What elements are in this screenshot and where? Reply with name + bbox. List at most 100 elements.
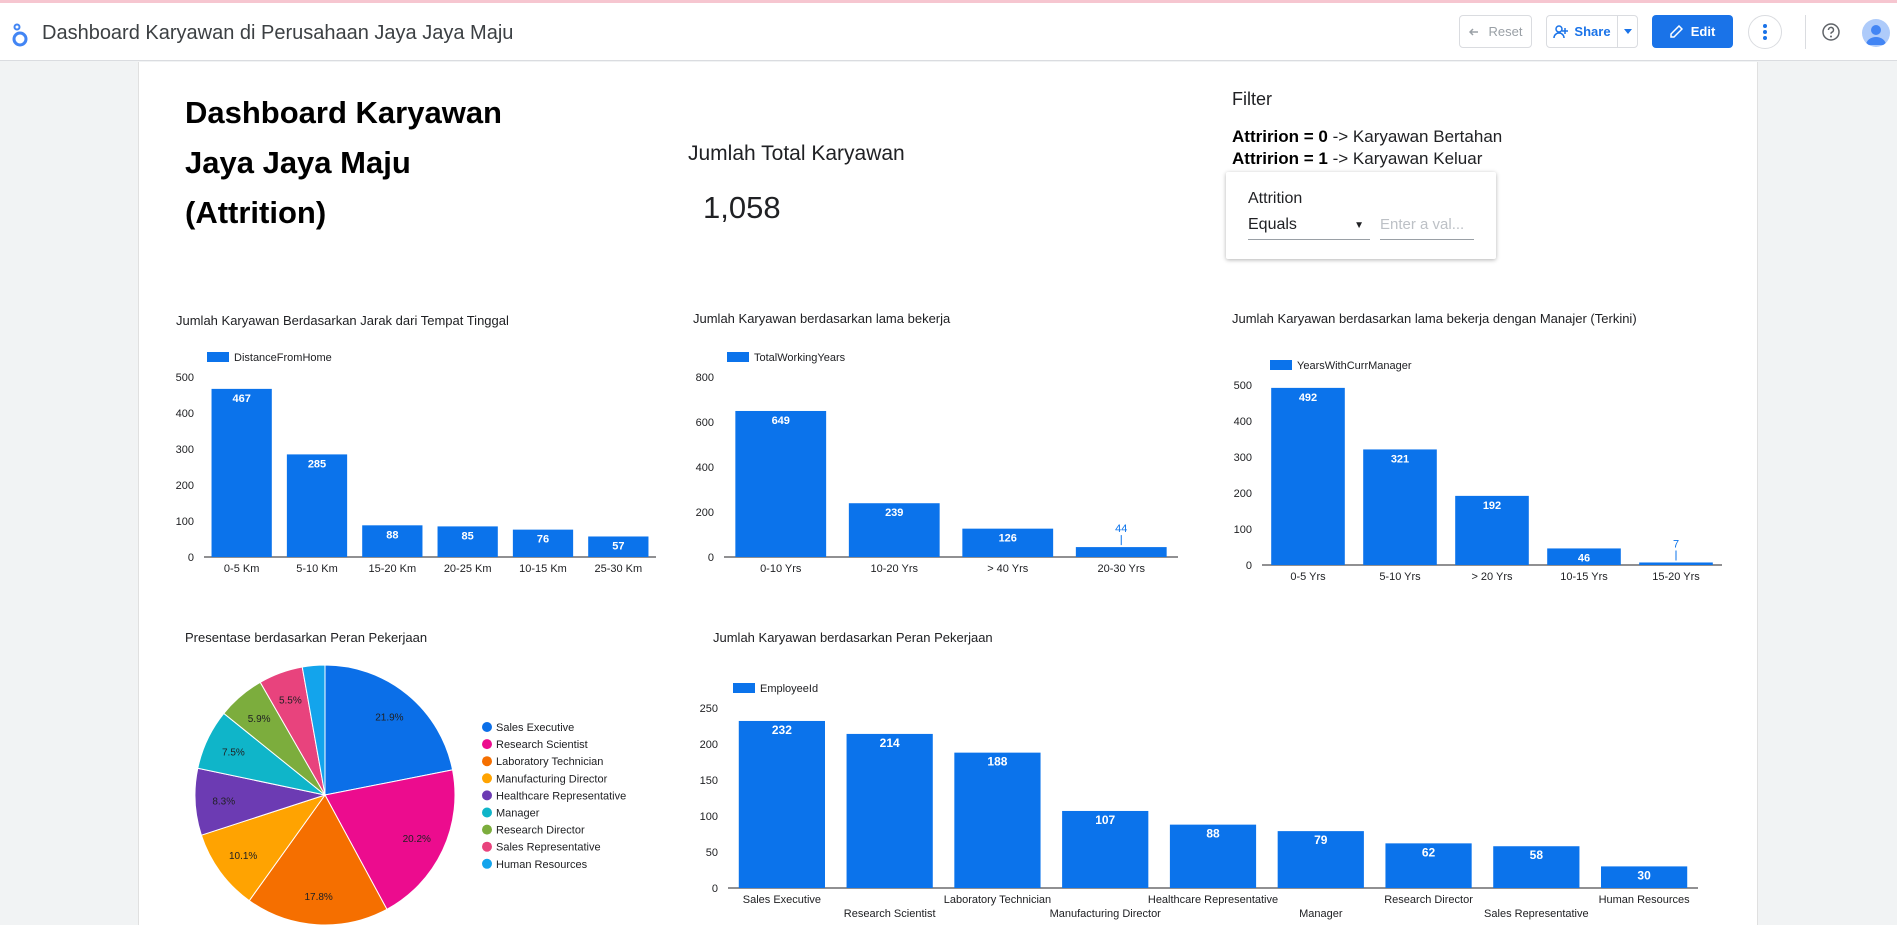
y-tick-label: 600 (696, 417, 714, 429)
data-label: 214 (880, 736, 900, 750)
legend-dot (482, 739, 492, 750)
pie-value-label: 10.1% (229, 851, 257, 862)
data-label: 321 (1391, 453, 1409, 465)
legend-dot (482, 773, 492, 784)
legend-label: EmployeeId (760, 683, 818, 695)
x-tick-label: 20-25 Km (444, 563, 492, 575)
legend-swatch (1270, 360, 1292, 370)
data-label: 46 (1578, 552, 1590, 564)
y-tick-label: 100 (176, 516, 194, 528)
y-tick-label: 500 (1234, 380, 1252, 392)
y-tick-label: 300 (176, 444, 194, 456)
x-tick-label: Manufacturing Director (1050, 908, 1162, 920)
y-tick-label: 500 (176, 372, 194, 384)
legend-label: Sales Representative (496, 842, 601, 854)
x-tick-label: Human Resources (1599, 894, 1691, 906)
data-label: 239 (885, 507, 903, 519)
y-tick-label: 400 (1234, 416, 1252, 428)
pie-value-label: 21.9% (375, 713, 403, 724)
y-tick-label: 400 (696, 462, 714, 474)
bar (846, 733, 933, 888)
data-label: 107 (1095, 813, 1115, 827)
data-label: 44 (1115, 523, 1127, 535)
x-tick-label: > 20 Yrs (1471, 571, 1513, 583)
x-tick-label: Laboratory Technician (944, 894, 1051, 906)
legend-label: Research Director (496, 825, 585, 837)
y-tick-label: 0 (1246, 560, 1252, 572)
legend-label: DistanceFromHome (234, 352, 332, 364)
x-tick-label: Healthcare Representative (1148, 894, 1278, 906)
data-label: 88 (386, 529, 398, 541)
bar (1363, 449, 1437, 565)
legend-label: Sales Executive (496, 722, 574, 734)
x-tick-label: Manager (1299, 908, 1343, 920)
legend-label: Laboratory Technician (496, 756, 603, 768)
legend-label: Manager (496, 808, 540, 820)
x-tick-label: 15-20 Km (368, 563, 416, 575)
data-label: 467 (232, 393, 250, 405)
y-tick-label: 0 (188, 552, 194, 564)
data-label: 285 (308, 458, 326, 470)
x-tick-label: > 40 Yrs (987, 563, 1029, 575)
y-tick-label: 400 (176, 408, 194, 420)
y-tick-label: 0 (712, 883, 718, 895)
y-tick-label: 800 (696, 372, 714, 384)
pie-value-label: 5.5% (279, 696, 302, 707)
pie-value-label: 7.5% (222, 748, 245, 759)
legend-dot (482, 790, 492, 801)
legend-dot (482, 841, 492, 852)
data-label: 62 (1422, 845, 1436, 859)
x-tick-label: 0-5 Km (224, 563, 259, 575)
bar (1271, 387, 1345, 565)
y-tick-label: 200 (176, 480, 194, 492)
pie-value-label: 8.3% (212, 796, 235, 807)
data-label: 30 (1637, 868, 1651, 882)
legend-dot (482, 807, 492, 818)
y-tick-label: 200 (1234, 488, 1252, 500)
data-label: 7 (1673, 538, 1679, 550)
y-tick-label: 100 (1234, 524, 1252, 536)
legend-dot (482, 756, 492, 767)
data-label: 232 (772, 723, 792, 737)
legend-label: Research Scientist (496, 739, 588, 751)
x-tick-label: 0-5 Yrs (1290, 571, 1326, 583)
legend-label: Healthcare Representative (496, 790, 626, 802)
bar (735, 410, 827, 557)
charts-layer: DistanceFromHome01002003004005004670-5 K… (176, 352, 1722, 925)
legend-label: TotalWorkingYears (754, 352, 846, 364)
bar (211, 388, 272, 557)
bar (738, 720, 825, 888)
data-label: 76 (537, 534, 549, 546)
x-tick-label: 20-30 Yrs (1098, 563, 1146, 575)
data-label: 79 (1314, 833, 1328, 847)
legend-swatch (207, 352, 229, 362)
x-tick-label: 15-20 Yrs (1652, 571, 1700, 583)
x-tick-label: 5-10 Yrs (1379, 571, 1421, 583)
bar (954, 752, 1041, 888)
data-label: 188 (987, 755, 1007, 769)
legend-swatch (727, 352, 749, 362)
legend-dot (482, 858, 492, 869)
y-tick-label: 50 (706, 847, 718, 859)
pie-value-label: 5.9% (248, 714, 271, 725)
x-tick-label: Research Director (1384, 894, 1473, 906)
legend-dot (482, 824, 492, 835)
y-tick-label: 250 (700, 703, 718, 715)
data-label: 57 (612, 540, 624, 552)
x-tick-label: Sales Representative (1484, 908, 1589, 920)
data-label: 649 (772, 415, 790, 427)
legend-label: Human Resources (496, 859, 588, 871)
x-tick-label: 5-10 Km (296, 563, 338, 575)
x-tick-label: 0-10 Yrs (760, 563, 802, 575)
x-tick-label: Sales Executive (743, 894, 821, 906)
x-tick-label: Research Scientist (844, 908, 936, 920)
x-tick-label: 25-30 Km (594, 563, 642, 575)
bar (1075, 547, 1167, 557)
pie-value-label: 20.2% (403, 834, 431, 845)
data-label: 192 (1483, 500, 1501, 512)
legend-label: YearsWithCurrManager (1297, 360, 1412, 372)
legend-label: Manufacturing Director (496, 773, 608, 785)
data-label: 126 (999, 533, 1017, 545)
pie-value-label: 17.8% (304, 892, 332, 903)
y-tick-label: 100 (700, 811, 718, 823)
